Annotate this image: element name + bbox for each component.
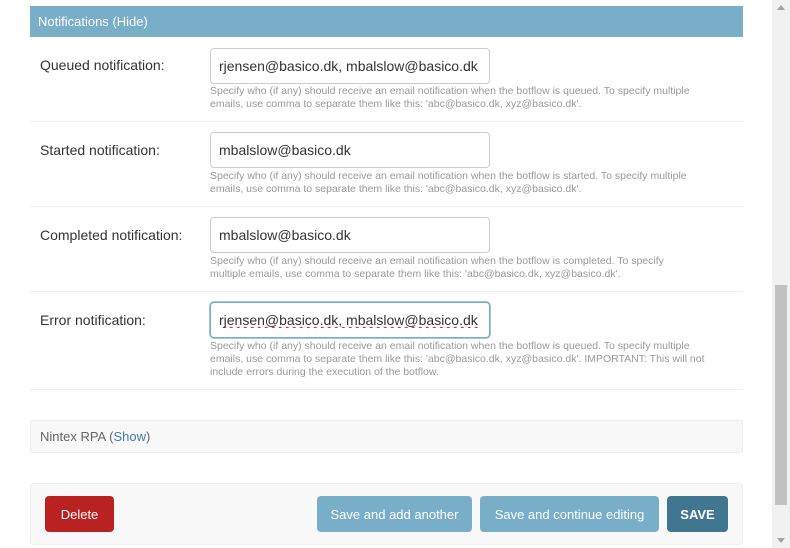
form-row-completed-notification: Completed notification: Specify who (if … <box>30 207 743 292</box>
hide-toggle[interactable]: (Hide) <box>112 14 147 29</box>
save-and-add-another-button[interactable]: Save and add another <box>317 496 472 532</box>
nintex-rpa-title: Nintex RPA <box>40 429 106 444</box>
notifications-fieldset-header: Notifications (Hide) <box>30 6 743 37</box>
help-line: Specify who (if any) should receive an e… <box>210 170 687 182</box>
scroll-up-arrow-icon[interactable] <box>777 5 785 10</box>
fieldset-title: Notifications <box>38 14 109 29</box>
scrollbar-thumb[interactable] <box>775 285 787 505</box>
completed-notification-help: Specify who (if any) should receive an e… <box>210 255 730 281</box>
help-line: emails, use comma to separate them like … <box>210 353 705 365</box>
completed-notification-label: Completed notification: <box>40 227 183 243</box>
queued-notification-help: Specify who (if any) should receive an e… <box>210 85 730 111</box>
help-line: emails, use comma to separate them like … <box>210 98 582 110</box>
show-paren-close: ) <box>146 429 151 444</box>
error-notification-help: Specify who (if any) should receive an e… <box>210 340 730 379</box>
started-notification-label: Started notification: <box>40 142 160 158</box>
help-line: Specify who (if any) should receive an e… <box>210 255 664 267</box>
scroll-down-arrow-icon[interactable] <box>777 538 785 543</box>
save-button[interactable]: SAVE <box>667 496 728 532</box>
completed-notification-input[interactable] <box>210 217 490 253</box>
error-notification-label: Error notification: <box>40 312 146 328</box>
form-row-error-notification: Error notification: Specify who (if any)… <box>30 292 743 390</box>
queued-notification-label: Queued notification: <box>40 57 165 73</box>
show-toggle[interactable]: Show <box>113 429 146 444</box>
help-line: include errors during the execution of t… <box>210 366 439 378</box>
error-notification-input[interactable] <box>210 302 490 338</box>
vertical-scrollbar[interactable] <box>772 0 790 548</box>
started-notification-help: Specify who (if any) should receive an e… <box>210 170 730 196</box>
submit-row: Delete Save and add another Save and con… <box>30 483 743 545</box>
nintex-rpa-fieldset: Nintex RPA (Show) <box>30 420 743 453</box>
help-line: multiple emails, use comma to separate t… <box>210 268 621 280</box>
help-line: emails, use comma to separate them like … <box>210 183 582 195</box>
form-row-started-notification: Started notification: Specify who (if an… <box>30 122 743 207</box>
queued-notification-input[interactable] <box>210 48 490 84</box>
delete-button[interactable]: Delete <box>45 496 114 532</box>
form-row-queued-notification: Queued notification: Specify who (if any… <box>30 37 743 122</box>
started-notification-input[interactable] <box>210 132 490 168</box>
save-and-continue-button[interactable]: Save and continue editing <box>480 496 659 532</box>
help-line: Specify who (if any) should receive an e… <box>210 340 690 352</box>
help-line: Specify who (if any) should receive an e… <box>210 85 690 97</box>
